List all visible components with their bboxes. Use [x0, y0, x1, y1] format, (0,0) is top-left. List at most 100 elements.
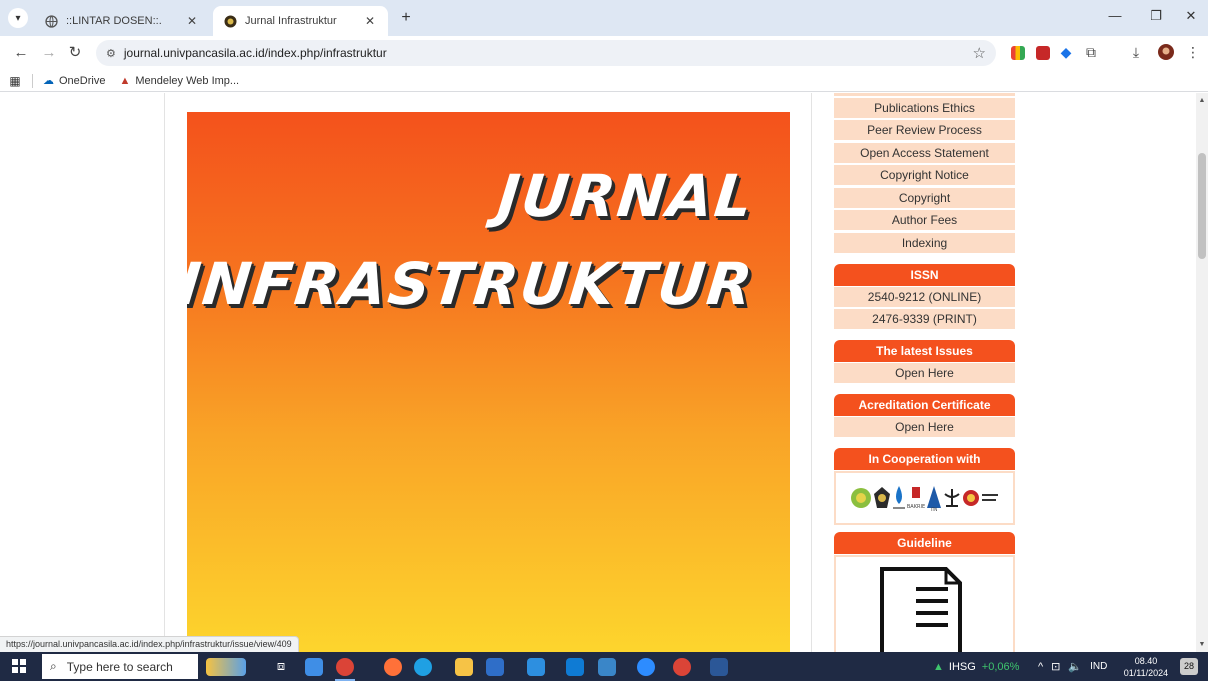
- app-icon[interactable]: [527, 658, 545, 676]
- bookmark-mendeley[interactable]: ▲ Mendeley Web Imp...: [119, 75, 239, 87]
- copilot-icon[interactable]: [305, 658, 323, 676]
- reload-button[interactable]: ↻: [66, 44, 84, 62]
- back-button[interactable]: ←: [12, 44, 30, 62]
- tab-jurnal-infrastruktur[interactable]: Jurnal Infrastruktur ✕: [213, 6, 388, 36]
- cover-title-line2: INFRASTRUKTUR: [187, 250, 758, 318]
- scroll-down-arrow[interactable]: ▼: [1196, 641, 1208, 648]
- address-bar[interactable]: ⚙ journal.univpancasila.ac.id/index.php/…: [96, 40, 996, 66]
- svg-text:BAKRIE: BAKRIE: [907, 504, 925, 510]
- edge-icon[interactable]: [414, 658, 432, 676]
- stock-change: +0,06%: [981, 660, 1020, 673]
- cover-title-line1: JURNAL: [494, 162, 758, 230]
- search-icon: ⌕: [50, 659, 57, 673]
- extension-icon[interactable]: [1011, 46, 1025, 60]
- clock-date: 01/11/2024: [1123, 668, 1169, 678]
- task-view-icon[interactable]: ⧈: [272, 658, 290, 676]
- store-icon[interactable]: [486, 658, 504, 676]
- scrollbar-thumb[interactable]: [1198, 153, 1206, 259]
- chrome-icon[interactable]: [336, 658, 354, 676]
- windows-taskbar: ⌕ Type here to search ⧈ ▲ IHSG +0,06% ^ …: [0, 652, 1208, 681]
- document-icon: [880, 567, 962, 652]
- menu-kebab-icon[interactable]: ⋮: [1184, 44, 1202, 61]
- accreditation-heading: Acreditation Certificate: [834, 394, 1015, 416]
- tab-search-button[interactable]: ▾: [8, 8, 28, 28]
- accreditation-link[interactable]: Open Here: [834, 417, 1015, 438]
- sidebar-item-peer-review[interactable]: Peer Review Process: [834, 120, 1015, 141]
- partner-logo-7: [962, 490, 998, 506]
- page-viewport: JURNAL INFRASTRUKTUR Publications Ethics…: [0, 93, 1208, 652]
- extension-drive-icon[interactable]: ◆: [1057, 44, 1075, 61]
- new-tab-button[interactable]: +: [396, 9, 416, 27]
- bookmarks-bar: ▦ ☁ OneDrive ▲ Mendeley Web Imp...: [0, 70, 1208, 92]
- minimize-button[interactable]: —: [1104, 8, 1126, 23]
- firefox-icon[interactable]: [384, 658, 402, 676]
- volume-icon[interactable]: 🔈: [1068, 660, 1082, 673]
- restore-button[interactable]: ❐: [1145, 8, 1167, 24]
- taskbar-widget-icon[interactable]: [206, 658, 246, 676]
- forward-button[interactable]: →: [40, 44, 58, 62]
- globe-icon: [44, 14, 58, 28]
- extensions-puzzle-icon[interactable]: ⧉: [1082, 44, 1100, 61]
- sidebar-item-copyright-notice[interactable]: Copyright Notice: [834, 165, 1015, 186]
- site-info-icon[interactable]: ⚙: [106, 47, 116, 60]
- taskbar-search-box[interactable]: ⌕ Type here to search: [42, 654, 198, 679]
- sidebar-item-copyright[interactable]: Copyright: [834, 188, 1015, 209]
- mail-icon[interactable]: [566, 658, 584, 676]
- issn-print: 2476-9339 (PRINT): [834, 309, 1015, 330]
- bookmark-label: OneDrive: [59, 74, 106, 87]
- extension-pdf-icon[interactable]: [1036, 46, 1050, 60]
- zoom-icon[interactable]: [637, 658, 655, 676]
- svg-text:ITN: ITN: [930, 507, 937, 512]
- sidebar-menu-item-cut[interactable]: [834, 93, 1015, 97]
- scroll-up-arrow[interactable]: ▲: [1196, 97, 1208, 104]
- taskbar-clock[interactable]: 08.40 01/11/2024: [1118, 655, 1174, 679]
- sidebar-item-author-fees[interactable]: Author Fees: [834, 210, 1015, 231]
- latest-issues-link[interactable]: Open Here: [834, 363, 1015, 384]
- bookmark-onedrive[interactable]: ☁ OneDrive: [43, 74, 106, 88]
- download-icon[interactable]: ⤓: [1127, 44, 1145, 61]
- close-window-button[interactable]: ✕: [1180, 8, 1202, 24]
- close-icon[interactable]: ✕: [184, 14, 200, 28]
- browser-toolbar: ← → ↻ ⚙ journal.univpancasila.ac.id/inde…: [0, 36, 1208, 70]
- tab-lintar-dosen[interactable]: ::LINTAR DOSEN::. ✕: [34, 6, 210, 36]
- tray-overflow-icon[interactable]: ^: [1038, 661, 1043, 673]
- partner-logo-1: [850, 488, 871, 508]
- profile-avatar[interactable]: [1157, 44, 1175, 63]
- apps-grid-icon[interactable]: ▦: [8, 74, 22, 88]
- partner-logo-5: ITN: [926, 486, 941, 512]
- notification-center-badge[interactable]: 28: [1180, 658, 1198, 675]
- network-icon[interactable]: ⊡: [1051, 660, 1060, 673]
- tab-title: Jurnal Infrastruktur: [245, 15, 337, 27]
- mendeley-icon: ▲: [119, 74, 131, 87]
- guideline-document-image[interactable]: [834, 555, 1015, 652]
- cooperation-logos[interactable]: BAKRIE ITN: [834, 471, 1015, 525]
- sidebar-item-publications-ethics[interactable]: Publications Ethics: [834, 98, 1015, 119]
- url-text: journal.univpancasila.ac.id/index.php/in…: [123, 46, 387, 60]
- partner-logo-4: BAKRIE: [907, 487, 925, 510]
- partner-logo-6: [943, 489, 960, 507]
- sidebar-item-open-access[interactable]: Open Access Statement: [834, 143, 1015, 164]
- bookmark-star-icon[interactable]: ☆: [973, 44, 986, 62]
- stock-widget[interactable]: ▲ IHSG +0,06%: [933, 652, 1019, 681]
- word-icon[interactable]: [710, 658, 728, 676]
- site-logo-icon: [223, 14, 237, 28]
- partner-logo-3: [892, 486, 905, 509]
- chrome-profile-icon[interactable]: [673, 658, 691, 676]
- tab-title: ::LINTAR DOSEN::.: [66, 15, 162, 27]
- page-scrollbar[interactable]: ▲ ▼: [1196, 93, 1208, 652]
- windows-start-button[interactable]: [12, 659, 26, 673]
- tab-strip: ▾ ::LINTAR DOSEN::. ✕ Jurnal Infrastrukt…: [0, 0, 1208, 36]
- file-explorer-icon[interactable]: [455, 658, 473, 676]
- photos-icon[interactable]: [598, 658, 616, 676]
- journal-cover-image[interactable]: JURNAL INFRASTRUKTUR: [187, 112, 790, 652]
- stock-label: IHSG: [948, 660, 976, 673]
- guideline-heading: Guideline: [834, 532, 1015, 554]
- language-indicator[interactable]: IND: [1090, 661, 1107, 672]
- stock-chart-icon: ▲: [933, 660, 944, 673]
- search-placeholder: Type here to search: [66, 659, 173, 674]
- close-icon[interactable]: ✕: [362, 14, 378, 28]
- sidebar-item-indexing[interactable]: Indexing: [834, 233, 1015, 254]
- partner-logo-2: [873, 487, 890, 508]
- issn-heading: ISSN: [834, 264, 1015, 286]
- divider: [32, 73, 33, 88]
